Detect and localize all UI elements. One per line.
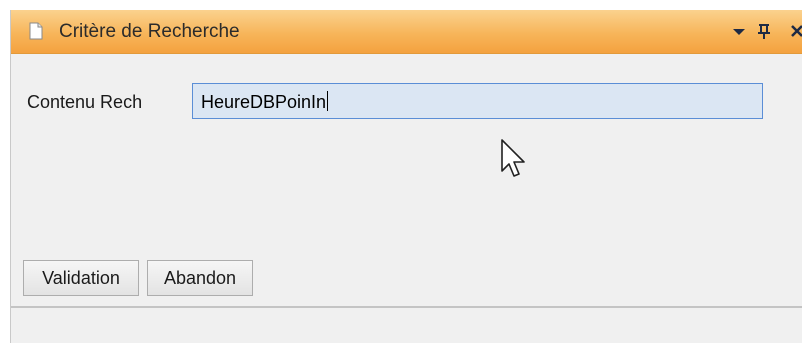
abandon-button[interactable]: Abandon [147,260,253,296]
search-content-input[interactable]: HeureDBPoinIn [192,83,763,119]
pin-icon[interactable] [756,20,772,42]
text-caret [327,91,329,111]
status-bar [11,308,802,343]
dropdown-arrow-icon[interactable] [731,20,747,42]
close-x-icon [791,25,802,37]
search-content-value: HeureDBPoinIn [201,92,327,112]
search-content-label: Contenu Rech [27,92,143,112]
document-icon [29,22,43,40]
pushpin-icon [758,24,770,39]
validation-button[interactable]: Validation [23,260,139,296]
chevron-down-icon [733,29,745,35]
panel-titlebar: Critère de Recherche [11,10,802,54]
mouse-pointer-icon [501,139,525,177]
close-icon[interactable] [789,20,802,42]
panel-title: Critère de Recherche [59,21,240,42]
search-criteria-panel: Critère de Recherche Contenu Rech HeureD… [10,10,802,343]
